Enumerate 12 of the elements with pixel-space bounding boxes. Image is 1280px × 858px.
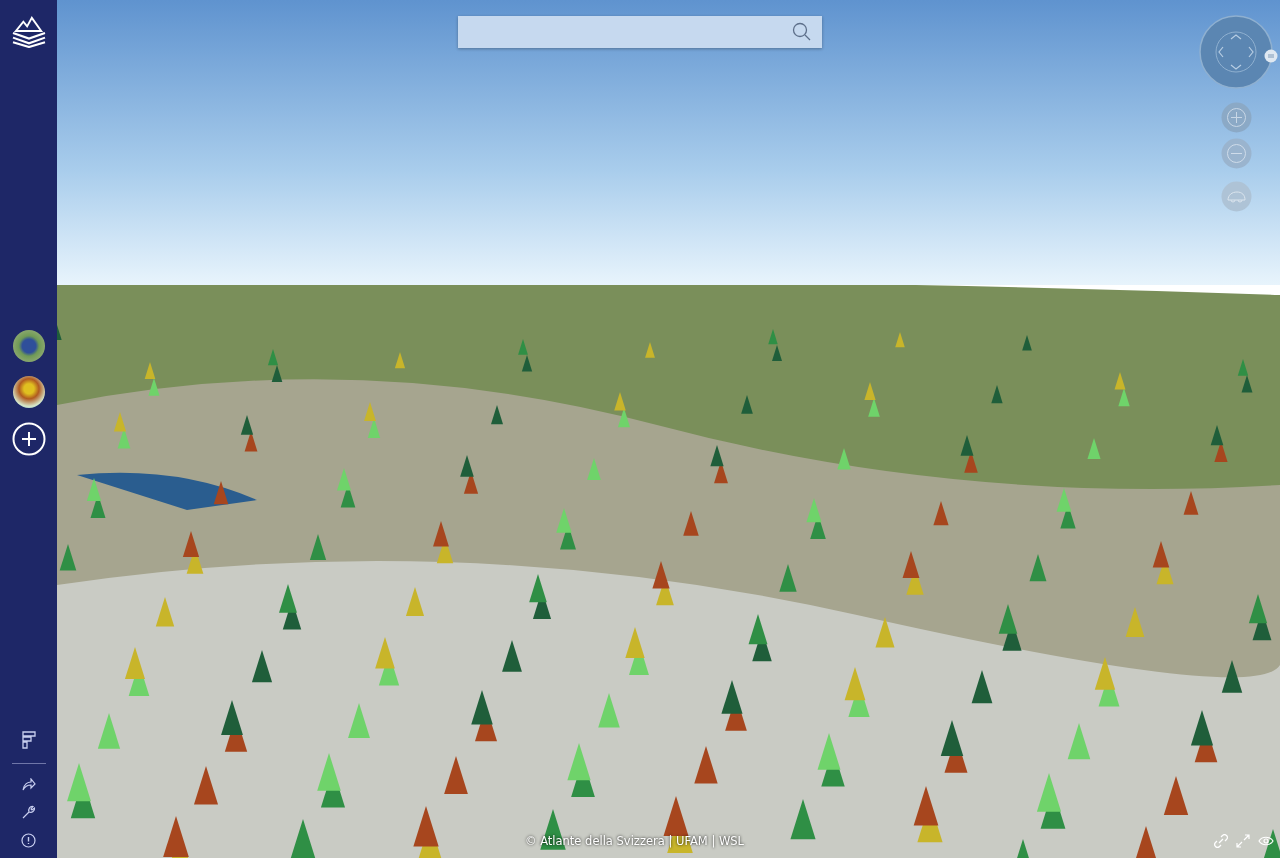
search-icon[interactable] xyxy=(792,22,812,42)
legend-icon[interactable] xyxy=(21,731,36,749)
search-field[interactable] xyxy=(458,16,822,48)
eye-icon[interactable] xyxy=(1258,835,1274,847)
trees-layer-thumbnail[interactable] xyxy=(12,376,45,408)
info-icon[interactable] xyxy=(21,833,36,848)
compass-navigation-control[interactable] xyxy=(1198,14,1274,90)
terrain-layer-thumbnail[interactable] xyxy=(12,330,45,362)
tilt-handle-icon[interactable] xyxy=(1264,49,1278,63)
share-icon[interactable] xyxy=(21,778,36,791)
wrench-icon[interactable] xyxy=(21,805,36,819)
add-layer-icon[interactable] xyxy=(11,422,46,456)
